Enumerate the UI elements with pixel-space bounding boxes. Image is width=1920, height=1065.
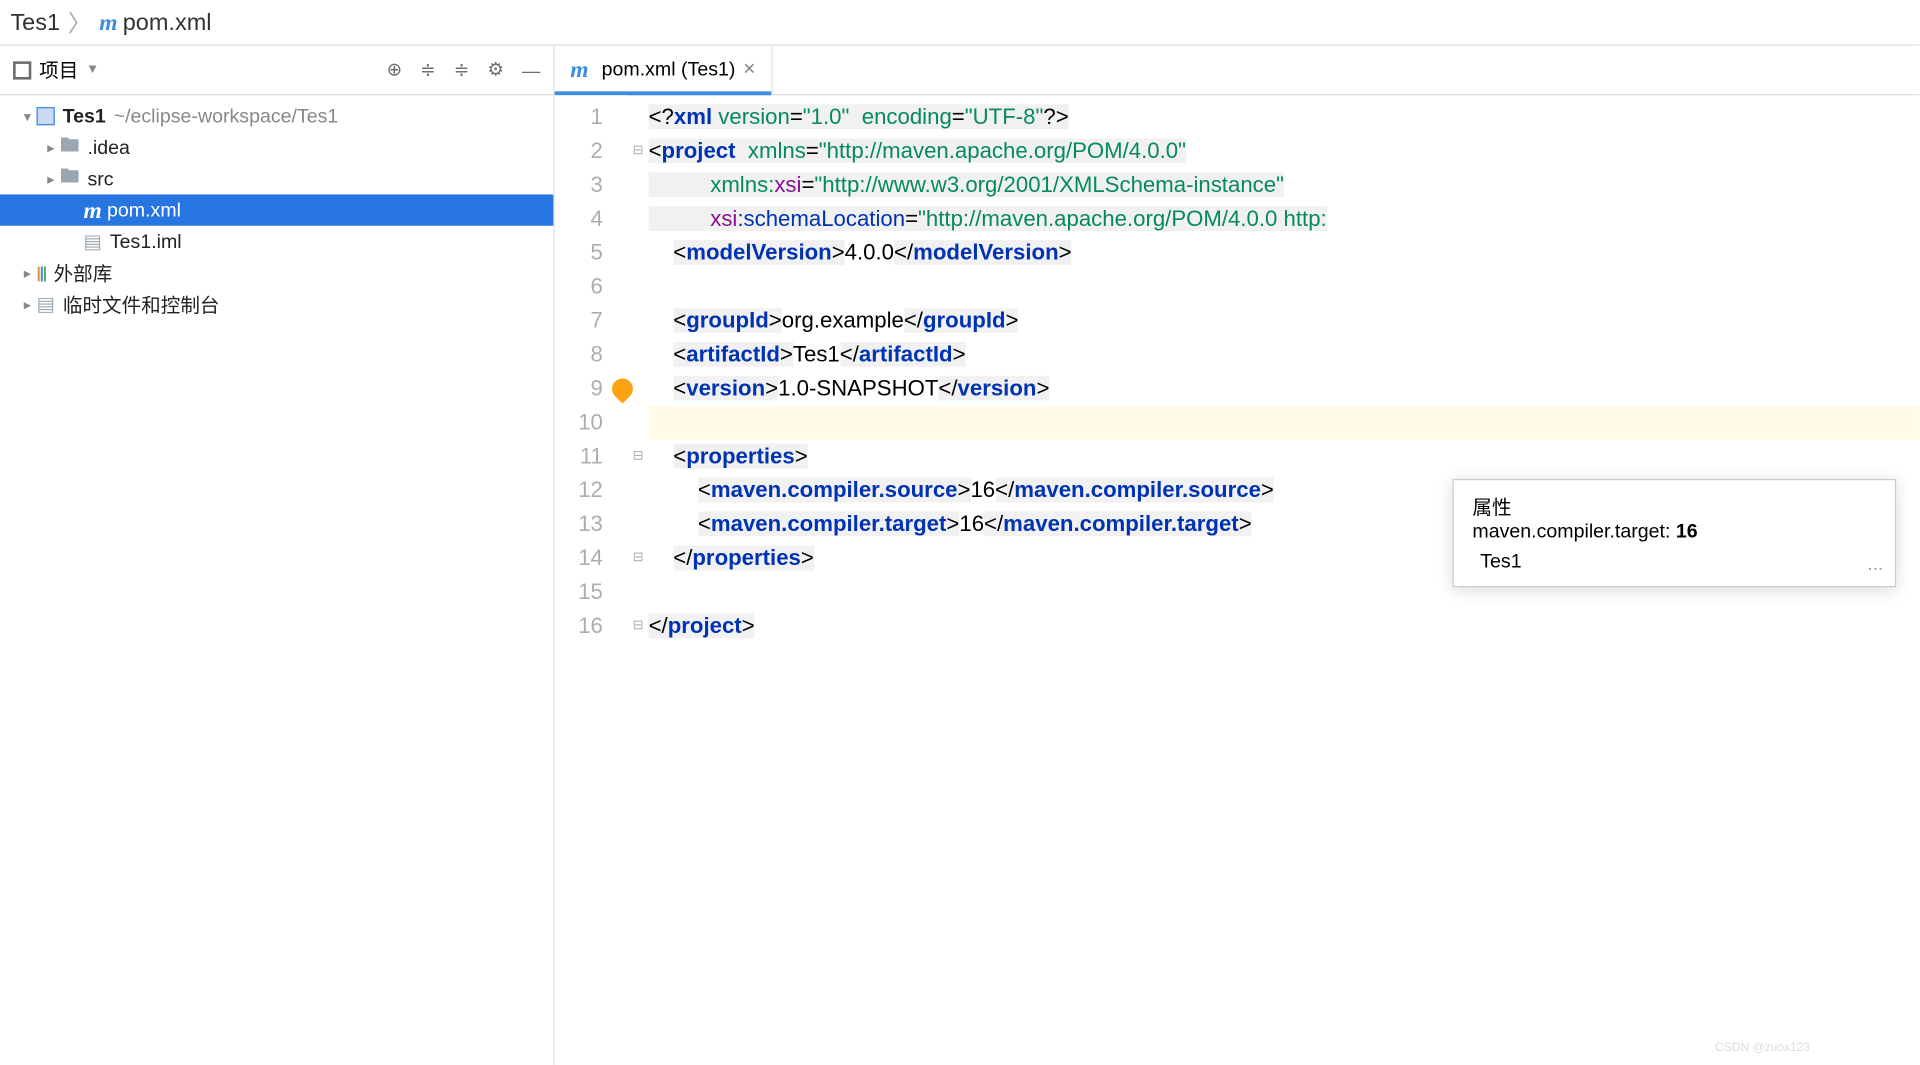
- popup-module: Tes1: [1480, 551, 1521, 573]
- tree-scratches[interactable]: ▸▤临时文件和控制台: [0, 288, 553, 319]
- project-tree: ▾Tes1~/eclipse-workspace/Tes1 ▸🖿.idea ▸🖿…: [0, 95, 553, 325]
- editor-area: m pom.xml (Tes1) × 123456789101112131415…: [555, 46, 1920, 1065]
- gear-icon[interactable]: ⚙: [487, 59, 503, 81]
- project-view-icon: [13, 61, 31, 79]
- dropdown-icon[interactable]: ▼: [86, 63, 99, 77]
- tree-pom-file[interactable]: mpom.xml: [0, 194, 553, 225]
- fold-column[interactable]: ⊟ ⊟⊟⊟: [628, 95, 649, 1065]
- documentation-popup[interactable]: 属性 maven.compiler.target: 16 Tes1 ⋮: [1453, 479, 1897, 587]
- close-icon[interactable]: ×: [743, 58, 755, 81]
- maven-icon: m: [570, 56, 588, 83]
- tab-pom[interactable]: m pom.xml (Tes1) ×: [555, 46, 773, 94]
- popup-property: maven.compiler.target: 16: [1472, 521, 1877, 543]
- editor-tabs: m pom.xml (Tes1) ×: [555, 46, 1920, 96]
- hide-icon[interactable]: —: [522, 59, 540, 80]
- breadcrumb-project[interactable]: Tes1: [10, 8, 60, 35]
- module-icon: [37, 107, 55, 125]
- folder-icon: 🖿: [60, 131, 80, 164]
- tree-project-root[interactable]: ▾Tes1~/eclipse-workspace/Tes1: [0, 100, 553, 131]
- locate-icon[interactable]: ⊕: [387, 59, 402, 81]
- collapse-all-icon[interactable]: ≑: [454, 59, 469, 81]
- folder-icon: 🖿: [60, 162, 80, 195]
- breadcrumb: Tes1 〉 mpom.xml: [0, 0, 1920, 46]
- line-gutter: 12345678910111213141516: [555, 95, 628, 1065]
- expand-all-icon[interactable]: ≑: [420, 59, 435, 81]
- sidebar-header: 项目 ▼ ⊕ ≑ ≑ ⚙ —: [0, 46, 553, 96]
- library-icon: |||: [37, 264, 46, 282]
- tree-external-libs[interactable]: ▸|||外部库: [0, 257, 553, 288]
- iml-file-icon: ▤: [84, 230, 103, 253]
- tree-iml-file[interactable]: ▤Tes1.iml: [0, 226, 553, 257]
- tab-label: pom.xml (Tes1): [602, 59, 736, 81]
- popup-title: 属性: [1472, 493, 1877, 520]
- maven-icon: m: [99, 8, 117, 35]
- maven-icon: m: [84, 196, 102, 223]
- more-icon[interactable]: ⋮: [1867, 561, 1885, 578]
- chevron-right-icon: 〉: [68, 5, 91, 39]
- breadcrumb-file[interactable]: mpom.xml: [99, 8, 211, 35]
- tree-idea-folder[interactable]: ▸🖿.idea: [0, 132, 553, 163]
- scratches-icon: ▤: [37, 292, 56, 315]
- watermark: CSDN @zuox123: [1715, 1040, 1810, 1054]
- project-sidebar: 项目 ▼ ⊕ ≑ ≑ ⚙ — ▾Tes1~/eclipse-workspace/…: [0, 46, 555, 1065]
- sidebar-title[interactable]: 项目: [39, 56, 78, 83]
- tree-src-folder[interactable]: ▸🖿src: [0, 163, 553, 194]
